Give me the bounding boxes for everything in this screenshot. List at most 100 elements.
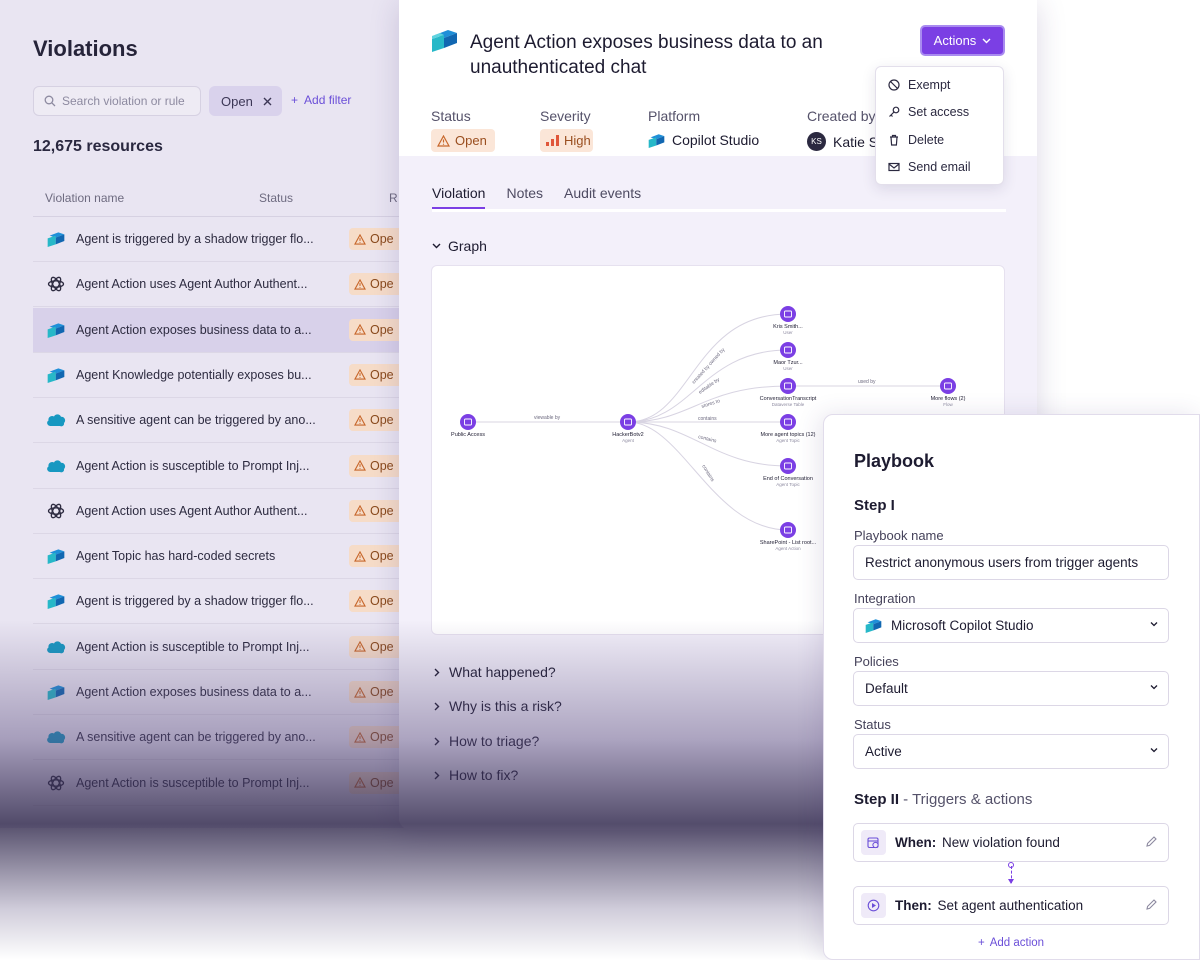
svg-text:contains: contains — [700, 464, 715, 483]
warning-icon — [354, 414, 366, 426]
pencil-icon[interactable] — [1145, 835, 1158, 848]
severity-value: High — [564, 133, 591, 148]
accordion-how-to-triage[interactable]: How to triage? — [434, 733, 539, 749]
tab-notes[interactable]: Notes — [506, 185, 543, 209]
graph-node[interactable] — [780, 378, 796, 394]
graph-node-type: Agent Action — [775, 546, 801, 551]
integration-label: Integration — [854, 591, 916, 606]
key-icon — [889, 106, 900, 117]
warning-icon — [354, 460, 366, 471]
playbook-title: Playbook — [854, 451, 935, 471]
filter-chip-open[interactable]: Open — [209, 86, 282, 116]
menu-item-send-email[interactable]: Send email — [888, 160, 971, 174]
accordion-how-to-fix[interactable]: How to fix? — [434, 767, 518, 783]
warning-icon — [354, 369, 366, 381]
copilot-studio-icon — [46, 365, 66, 385]
actions-menu: Exempt Set access Delete Send email — [875, 66, 1004, 185]
accordion-label: Why is this a risk? — [449, 698, 562, 714]
trigger-when[interactable]: When: New violation found — [853, 823, 1169, 862]
action-then[interactable]: Then: Set agent authentication — [853, 886, 1169, 925]
search-input[interactable]: Search violation or rule — [33, 86, 201, 116]
resource-count: 12,675 resources — [33, 138, 163, 155]
violation-name: A sensitive agent can be triggered by an… — [76, 730, 316, 745]
policies-value: Default — [865, 681, 908, 696]
violation-name: Agent Action uses Agent Author Authent..… — [76, 503, 308, 518]
graph-node-type: Agent Topic — [776, 438, 800, 443]
graph-node[interactable] — [620, 414, 636, 430]
svg-text:used by: used by — [858, 379, 876, 385]
pencil-icon[interactable] — [1145, 898, 1158, 911]
menu-item-set-access[interactable]: Set access — [888, 105, 969, 119]
chevron-right-icon — [434, 702, 440, 710]
salesforce-icon — [46, 727, 66, 747]
search-icon — [44, 95, 56, 107]
chevron-down-icon — [1150, 748, 1158, 753]
svg-text:viewable by: viewable by — [534, 415, 561, 421]
policies-select[interactable]: Default — [853, 671, 1169, 706]
when-value: New violation found — [942, 835, 1060, 850]
openai-icon — [46, 773, 66, 793]
menu-item-label: Exempt — [908, 78, 951, 92]
add-action-label: Add action — [989, 937, 1045, 949]
status-label: Status — [431, 108, 471, 124]
column-header-status[interactable]: Status — [259, 191, 293, 205]
platform-value: Copilot Studio — [648, 132, 759, 148]
menu-item-exempt[interactable]: Exempt — [888, 78, 950, 92]
menu-item-label: Delete — [908, 133, 945, 147]
mail-icon — [888, 162, 900, 172]
graph-node-type: Flow — [943, 402, 953, 407]
add-action-button[interactable]: + Add action — [978, 937, 1044, 949]
when-label: When: — [895, 835, 937, 850]
graph-node[interactable] — [780, 342, 796, 358]
detail-tabs: Violation Notes Audit events — [432, 185, 641, 209]
tab-divider — [432, 209, 1006, 212]
copilot-studio-icon — [432, 30, 457, 52]
column-header-name[interactable]: Violation name — [45, 191, 124, 205]
column-header-r[interactable]: R — [389, 191, 398, 205]
status-text: Ope — [370, 277, 394, 292]
copilot-studio-icon — [46, 320, 66, 340]
accordion-why-risk[interactable]: Why is this a risk? — [434, 698, 562, 714]
graph-node[interactable] — [940, 378, 956, 394]
actions-button[interactable]: Actions — [920, 25, 1005, 56]
graph-node-type: Agent — [622, 438, 635, 443]
status-text: Ope — [370, 685, 394, 699]
then-value: Set agent authentication — [937, 898, 1084, 913]
playbook-name-input[interactable]: Restrict anonymous users from trigger ag… — [853, 545, 1169, 580]
tab-audit-events[interactable]: Audit events — [564, 185, 641, 209]
graph-node[interactable] — [780, 414, 796, 430]
menu-item-delete[interactable]: Delete — [888, 133, 944, 147]
graph-node-type: User — [783, 330, 793, 335]
warning-icon — [354, 550, 366, 562]
graph-node[interactable] — [780, 458, 796, 474]
accordion-what-happened[interactable]: What happened? — [434, 664, 556, 680]
graph-node[interactable] — [780, 306, 796, 322]
graph-node[interactable] — [460, 414, 476, 430]
graph-node[interactable] — [780, 522, 796, 538]
salesforce-icon — [46, 410, 66, 430]
tab-violation[interactable]: Violation — [432, 185, 486, 209]
graph-node-type: User — [783, 366, 793, 371]
accordion-label: How to fix? — [449, 767, 519, 783]
created-by-value: KS Katie S — [807, 132, 878, 151]
graph-title: Graph — [448, 238, 487, 254]
status-text: Ope — [370, 413, 394, 428]
integration-select[interactable]: Microsoft Copilot Studio — [853, 608, 1169, 643]
violation-name: Agent Action is susceptible to Prompt In… — [76, 458, 310, 473]
warning-icon — [437, 134, 450, 147]
ban-icon — [888, 79, 900, 91]
add-filter-button[interactable]: + Add filter — [291, 93, 351, 107]
copilot-studio-icon — [648, 133, 665, 148]
search-placeholder: Search violation or rule — [62, 94, 185, 108]
status-text: Ope — [370, 232, 394, 246]
playbook-name-value: Restrict anonymous users from trigger ag… — [865, 555, 1139, 570]
filter-chip-label: Open — [221, 93, 253, 109]
status-badge: Open — [431, 129, 495, 152]
graph-toggle[interactable]: Graph — [432, 238, 487, 254]
warning-icon — [354, 641, 366, 652]
warning-icon — [354, 505, 366, 516]
actions-label: Actions — [933, 33, 977, 48]
close-icon[interactable] — [263, 97, 272, 106]
warning-icon — [354, 686, 366, 698]
status-select[interactable]: Active — [853, 734, 1169, 769]
